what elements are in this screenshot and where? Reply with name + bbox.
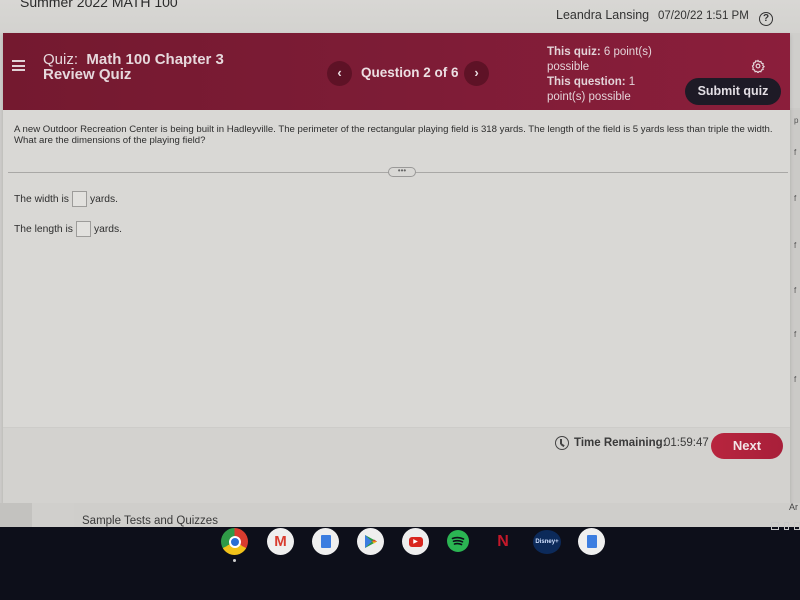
- gmail-icon[interactable]: M: [267, 528, 294, 555]
- background-mark: f: [794, 194, 797, 203]
- background-mid-pane: [32, 503, 74, 527]
- background-right-pane: p f f f f f f: [790, 108, 800, 508]
- submit-quiz-button[interactable]: Submit quiz: [685, 78, 781, 105]
- running-indicator: [233, 559, 236, 562]
- menu-icon[interactable]: [12, 60, 25, 71]
- tray-icon[interactable]: [794, 522, 800, 530]
- background-mark: p: [794, 116, 799, 125]
- this-quiz-value-cont: possible: [547, 61, 590, 73]
- this-question-label: This question:: [547, 76, 626, 88]
- gear-icon[interactable]: [751, 59, 766, 74]
- previous-question-button[interactable]: ‹: [327, 61, 352, 86]
- screen: Summer 2022 MATH 100 Leandra Lansing 07/…: [0, 0, 800, 600]
- os-shelf: [0, 527, 800, 600]
- disney-plus-icon[interactable]: Disney+: [533, 530, 561, 554]
- background-mark: f: [794, 148, 797, 157]
- quiz-name-line2: Review Quiz: [43, 66, 132, 83]
- chrome-icon[interactable]: [221, 528, 248, 555]
- quiz-modal: Quiz: Math 100 Chapter 3 Review Quiz ‹ Q…: [3, 33, 790, 503]
- youtube-glyph: ▶: [408, 536, 423, 547]
- netflix-icon[interactable]: N: [496, 528, 510, 555]
- answer-row-width: The width is yards.: [14, 191, 118, 207]
- question-counter: Question 2 of 6: [361, 65, 459, 80]
- background-mark: f: [794, 286, 797, 295]
- next-question-button[interactable]: ›: [464, 61, 489, 86]
- answer-row-length: The length is yards.: [14, 221, 122, 237]
- background-right-text: Ar: [789, 502, 798, 512]
- google-docs-icon[interactable]: [578, 528, 605, 555]
- next-button[interactable]: Next: [711, 433, 783, 459]
- points-info: This quiz: 6 point(s) possible This ques…: [547, 45, 667, 105]
- more-options-button[interactable]: •••: [388, 167, 416, 177]
- this-question-value: 1: [628, 76, 636, 88]
- google-docs-icon[interactable]: [312, 528, 339, 555]
- tray-icon[interactable]: [784, 522, 789, 530]
- tray-icon[interactable]: [771, 522, 779, 530]
- clock-icon: [555, 436, 569, 450]
- youtube-icon[interactable]: ▶: [402, 528, 429, 555]
- answer-suffix: yards.: [89, 193, 118, 205]
- this-quiz-value: 6 point(s): [603, 46, 652, 58]
- answer-prefix: The length is: [14, 223, 73, 235]
- length-answer-input[interactable]: [75, 221, 91, 237]
- quiz-title: Quiz: Math 100 Chapter 3 Review Quiz: [43, 52, 224, 82]
- background-left-pane: [0, 503, 32, 527]
- top-bar: Summer 2022 MATH 100 Leandra Lansing 07/…: [0, 0, 800, 33]
- question-text: A new Outdoor Recreation Center is being…: [14, 124, 773, 146]
- answer-prefix: The width is: [14, 193, 69, 205]
- quiz-header: Quiz: Math 100 Chapter 3 Review Quiz ‹ Q…: [3, 33, 790, 110]
- user-name: Leandra Lansing: [556, 8, 650, 22]
- google-play-icon[interactable]: [357, 528, 384, 555]
- this-question-value-cont: point(s) possible: [547, 91, 631, 103]
- background-mark: f: [794, 375, 797, 384]
- this-quiz-label: This quiz:: [547, 46, 601, 58]
- background-mark: f: [794, 330, 797, 339]
- spotify-icon[interactable]: [447, 530, 469, 552]
- course-title[interactable]: Summer 2022 MATH 100: [20, 0, 178, 10]
- time-remaining-value: 01:59:47: [664, 437, 709, 449]
- width-answer-input[interactable]: [71, 191, 87, 207]
- help-icon[interactable]: ?: [759, 12, 773, 26]
- datetime: 07/20/22 1:51 PM: [658, 10, 749, 22]
- time-remaining-label: Time Remaining:: [574, 437, 667, 449]
- background-mark: f: [794, 241, 797, 250]
- sample-tests-link[interactable]: Sample Tests and Quizzes: [82, 515, 218, 527]
- answer-suffix: yards.: [93, 223, 123, 235]
